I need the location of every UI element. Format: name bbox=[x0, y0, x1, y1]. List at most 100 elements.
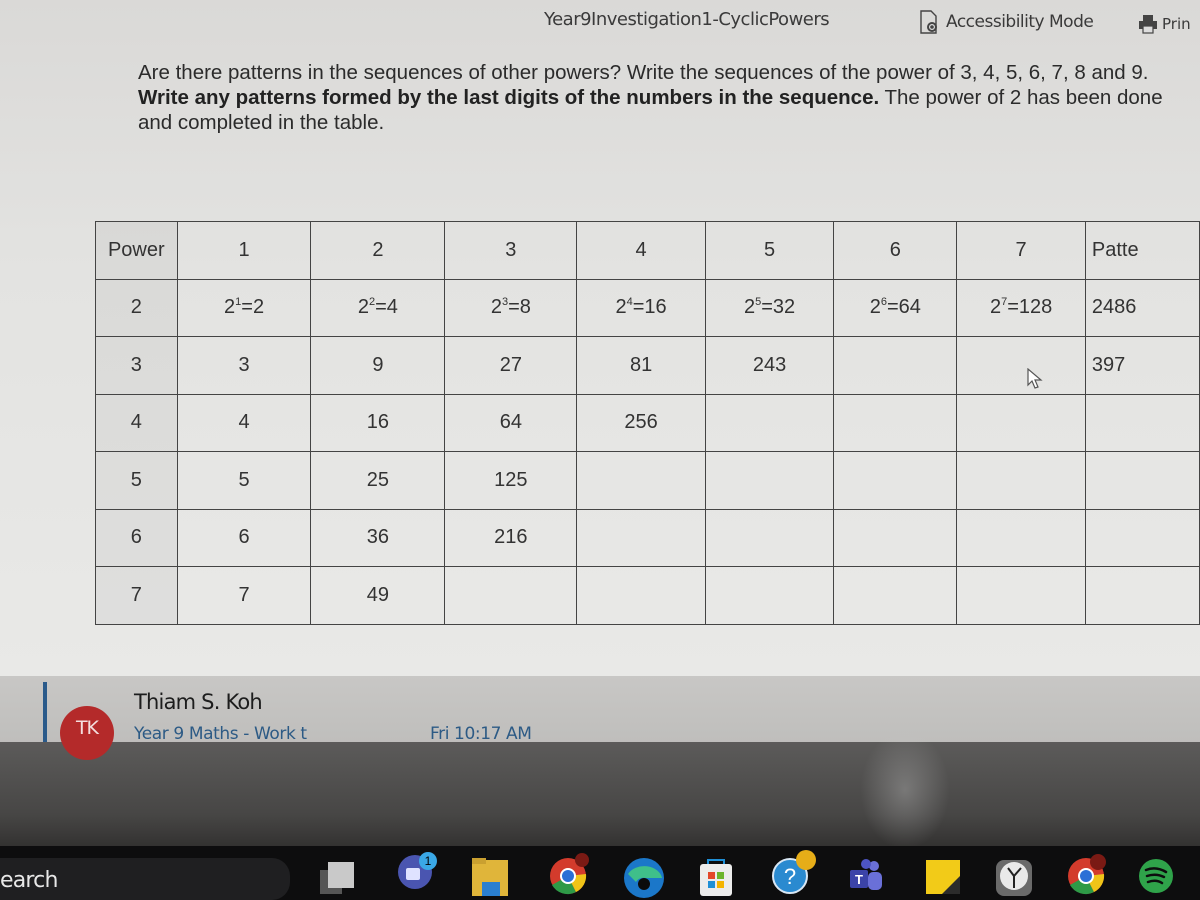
table-cell[interactable] bbox=[704, 393, 835, 452]
teams-chat-icon[interactable]: 1 bbox=[394, 850, 440, 896]
table-cell[interactable] bbox=[704, 508, 835, 567]
power-base: 2 bbox=[869, 296, 881, 319]
table-cell[interactable]: 256 bbox=[576, 393, 706, 452]
sticky-notes-icon[interactable] bbox=[922, 856, 962, 896]
table-cell[interactable] bbox=[956, 336, 1086, 395]
table-cell[interactable]: 6 bbox=[176, 508, 312, 567]
table-cell[interactable]: 16 bbox=[310, 393, 446, 452]
table-cell[interactable] bbox=[956, 393, 1086, 452]
svg-text:?: ? bbox=[784, 864, 796, 889]
task-view-icon[interactable] bbox=[318, 856, 358, 896]
table-cell[interactable]: 25 bbox=[310, 451, 446, 510]
table-cell[interactable]: 24=16 bbox=[576, 278, 706, 337]
table-cell[interactable]: 4 bbox=[176, 393, 312, 452]
power-result: =4 bbox=[375, 296, 398, 319]
accessibility-document-icon bbox=[920, 10, 937, 34]
table-cell[interactable] bbox=[704, 566, 835, 625]
row-base: 3 bbox=[95, 336, 178, 395]
microsoft-store-icon[interactable] bbox=[696, 856, 736, 896]
screen-glare bbox=[860, 730, 950, 850]
table-cell[interactable]: 7 bbox=[176, 566, 312, 625]
table-cell[interactable] bbox=[833, 508, 958, 567]
table-row: 2 21=2 22=4 23=8 24=16 25=32 26=64 27=128 2486 bbox=[95, 278, 1200, 337]
accessibility-mode-label: Accessibility Mode bbox=[946, 12, 1094, 32]
chrome-profile-icon[interactable] bbox=[1064, 852, 1108, 896]
printer-icon bbox=[1139, 15, 1157, 34]
clock-icon[interactable] bbox=[994, 856, 1034, 896]
table-cell[interactable] bbox=[833, 566, 958, 625]
chrome-icon[interactable] bbox=[546, 852, 590, 896]
document-viewer: Year9Investigation1-CyclicPowers Accessi… bbox=[0, 0, 1200, 676]
taskbar-search-label: earch bbox=[0, 868, 58, 893]
table-cell[interactable] bbox=[956, 451, 1086, 510]
power-base: 2 bbox=[357, 296, 369, 319]
chat-badge-count: 1 bbox=[425, 854, 432, 868]
table-cell[interactable] bbox=[576, 508, 706, 567]
table-cell[interactable]: 21=2 bbox=[176, 278, 312, 337]
table-cell[interactable]: 243 bbox=[704, 336, 835, 395]
row-base: 5 bbox=[95, 451, 178, 510]
instructions-text: Are there patterns in the sequences of o… bbox=[138, 60, 1178, 135]
table-cell[interactable]: 25=32 bbox=[704, 278, 835, 337]
header-exponent: 7 bbox=[956, 221, 1086, 280]
instructions-bold: Write any patterns formed by the last di… bbox=[138, 86, 880, 109]
notification-channel[interactable]: Year 9 Maths - Work t bbox=[134, 724, 394, 742]
row-base: 4 bbox=[95, 393, 178, 452]
notification-accent-bar bbox=[43, 682, 47, 742]
header-pattern: Patte bbox=[1084, 221, 1200, 280]
header-exponent: 6 bbox=[833, 221, 958, 280]
table-row: 6 6 36 216 bbox=[95, 508, 1200, 567]
table-cell[interactable]: 64 bbox=[444, 393, 578, 452]
table-cell[interactable]: 3 bbox=[176, 336, 312, 395]
table-cell[interactable] bbox=[704, 451, 835, 510]
edge-icon[interactable] bbox=[622, 854, 666, 898]
instructions-question: Are there patterns in the sequences of o… bbox=[138, 61, 1149, 84]
table-cell[interactable]: 27=128 bbox=[956, 278, 1086, 337]
table-cell[interactable]: 49 bbox=[310, 566, 446, 625]
power-base: 2 bbox=[224, 296, 236, 319]
power-base: 2 bbox=[989, 296, 1002, 319]
screen-bezel-shadow bbox=[0, 742, 1200, 846]
header-exponent: 2 bbox=[310, 221, 446, 280]
power-result: =16 bbox=[632, 296, 667, 319]
pattern-cell[interactable] bbox=[1084, 508, 1200, 567]
accessibility-mode-button[interactable]: Accessibility Mode bbox=[918, 10, 1094, 34]
table-cell[interactable] bbox=[833, 336, 958, 395]
header-exponent: 3 bbox=[444, 221, 578, 280]
get-help-icon[interactable]: ? bbox=[770, 850, 820, 896]
print-button[interactable]: Prin bbox=[1138, 14, 1191, 34]
teams-icon[interactable]: T bbox=[846, 856, 886, 896]
pattern-cell[interactable]: 397 bbox=[1084, 336, 1200, 395]
table-cell[interactable]: 26=64 bbox=[833, 278, 958, 337]
table-cell[interactable]: 27 bbox=[444, 336, 578, 395]
print-label: Prin bbox=[1162, 15, 1191, 33]
table-cell[interactable]: 81 bbox=[576, 336, 706, 395]
svg-text:T: T bbox=[855, 872, 863, 887]
table-cell[interactable] bbox=[956, 566, 1086, 625]
row-base: 2 bbox=[95, 278, 178, 337]
table-cell[interactable]: 216 bbox=[444, 508, 578, 567]
table-cell[interactable]: 23=8 bbox=[444, 278, 578, 337]
sender-avatar[interactable]: TK bbox=[60, 706, 114, 760]
table-cell[interactable]: 9 bbox=[310, 336, 446, 395]
table-cell[interactable]: 125 bbox=[444, 451, 578, 510]
table-header-row: Power 1 2 3 4 5 6 7 Patte bbox=[95, 221, 1200, 280]
pattern-cell[interactable] bbox=[1084, 566, 1200, 625]
table-cell[interactable] bbox=[576, 451, 706, 510]
table-cell[interactable]: 5 bbox=[176, 451, 312, 510]
table-cell[interactable]: 36 bbox=[310, 508, 446, 567]
file-explorer-icon[interactable] bbox=[470, 856, 510, 896]
table-cell[interactable]: 22=4 bbox=[310, 278, 446, 337]
table-cell[interactable] bbox=[833, 451, 958, 510]
pattern-cell[interactable]: 2486 bbox=[1084, 278, 1200, 337]
spotify-icon[interactable] bbox=[1136, 856, 1176, 896]
pattern-cell[interactable] bbox=[1084, 451, 1200, 510]
pattern-cell[interactable] bbox=[1084, 393, 1200, 452]
table-cell[interactable] bbox=[956, 508, 1086, 567]
table-cell[interactable] bbox=[576, 566, 706, 625]
table-cell[interactable] bbox=[444, 566, 578, 625]
table-cell[interactable] bbox=[833, 393, 958, 452]
mouse-cursor-icon bbox=[1027, 368, 1043, 389]
row-base: 7 bbox=[95, 566, 178, 625]
table-row: 7 7 49 bbox=[95, 566, 1200, 625]
